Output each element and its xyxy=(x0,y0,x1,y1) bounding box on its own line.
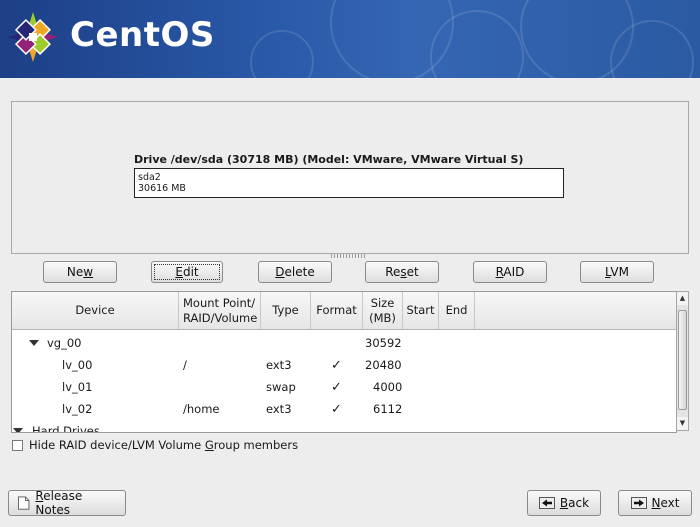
row-device: Hard Drives xyxy=(32,424,100,433)
format-check-icon: ✓ xyxy=(331,402,342,417)
pane-resize-handle[interactable] xyxy=(331,254,367,258)
hide-members-checkbox[interactable] xyxy=(12,440,23,451)
back-button[interactable]: Back xyxy=(527,490,601,516)
row-size: 30592 xyxy=(365,336,402,350)
row-mount: / xyxy=(183,358,187,372)
col-header-mount-line1: Mount Point/ xyxy=(183,295,256,310)
col-header-device-label: Device xyxy=(75,303,115,317)
partition-size: 30616 MB xyxy=(138,183,186,194)
col-header-size-line1: Size xyxy=(370,295,395,310)
back-label-post: ack xyxy=(568,496,590,510)
row-device: lv_00 xyxy=(62,358,93,372)
lvm-label-post: VM xyxy=(610,265,629,279)
row-device: lv_01 xyxy=(62,380,93,394)
lvm-button[interactable]: LVM xyxy=(580,261,654,283)
back-arrow-icon xyxy=(538,497,555,509)
edit-label-mnemonic: E xyxy=(175,265,183,279)
new-label-mnemonic: w xyxy=(83,265,94,279)
next-arrow-icon xyxy=(630,497,647,509)
row-device: lv_02 xyxy=(62,402,93,416)
drive-title: Drive /dev/sda (30718 MB) (Model: VMware… xyxy=(134,153,524,166)
table-row[interactable]: lv_00 / ext3 ✓ 20480 xyxy=(12,354,676,376)
new-label-pre: Ne xyxy=(66,265,84,279)
next-label-post: ext xyxy=(660,496,680,510)
table-row[interactable]: lv_01 swap ✓ 4000 xyxy=(12,376,676,398)
row-size: 6112 xyxy=(373,402,403,416)
next-button[interactable]: Next xyxy=(618,490,692,516)
table-row[interactable]: vg_00 30592 xyxy=(12,332,676,354)
next-label-mnemonic: N xyxy=(651,496,661,510)
hide-members-label-post: roup members xyxy=(213,438,299,452)
format-check-icon: ✓ xyxy=(331,358,342,373)
expander-expanded-icon[interactable] xyxy=(29,340,39,346)
next-label: Next xyxy=(652,496,680,510)
delete-label-mnemonic: D xyxy=(275,265,285,279)
col-header-type-label: Type xyxy=(272,303,299,317)
col-header-device[interactable]: Device xyxy=(12,292,179,329)
delete-button[interactable]: Delete xyxy=(258,261,332,283)
col-header-start-label: Start xyxy=(406,303,435,317)
edit-label-post: dit xyxy=(182,265,199,279)
reset-button[interactable]: Reset xyxy=(365,261,439,283)
col-header-size-label: Size (MB) xyxy=(369,296,396,326)
row-size: 20480 xyxy=(365,358,402,372)
release-notes-button[interactable]: Release Notes xyxy=(8,489,126,517)
format-check-icon: ✓ xyxy=(331,380,342,395)
table-row[interactable]: Hard Drives xyxy=(12,420,676,433)
scroll-up-icon[interactable]: ▲ xyxy=(677,292,688,305)
release-notes-label: Release Notes xyxy=(35,489,117,517)
hide-members-label[interactable]: Hide RAID device/LVM Volume Group member… xyxy=(29,438,298,452)
scrollbar-thumb[interactable] xyxy=(678,310,687,410)
raid-button[interactable]: RAID xyxy=(473,261,547,283)
row-type: ext3 xyxy=(266,358,292,372)
edit-button[interactable]: Edit xyxy=(151,261,223,283)
new-button[interactable]: New xyxy=(43,261,117,283)
header-banner: CentOS xyxy=(0,0,700,78)
expander-expanded-icon[interactable] xyxy=(13,428,23,432)
raid-label-post: AID xyxy=(503,265,525,279)
col-header-mount-label: Mount Point/RAID/Volume xyxy=(183,296,257,326)
row-mount: /home xyxy=(183,402,220,416)
release-notes-label-post: elease Notes xyxy=(35,489,83,517)
col-header-format-label: Format xyxy=(316,303,357,317)
row-type: swap xyxy=(266,380,296,394)
table-row[interactable]: lv_02 /home ext3 ✓ 6112 xyxy=(12,398,676,420)
col-header-format[interactable]: Format xyxy=(311,292,363,329)
col-header-type[interactable]: Type xyxy=(261,292,311,329)
hide-members-label-mnemonic: G xyxy=(204,438,214,452)
col-header-mount[interactable]: Mount Point/RAID/Volume xyxy=(179,292,261,329)
back-label-mnemonic: B xyxy=(559,496,569,510)
partition-name: sda2 xyxy=(138,172,161,183)
col-header-end[interactable]: End xyxy=(439,292,475,329)
partition-table[interactable]: Device Mount Point/RAID/Volume Type Form… xyxy=(11,291,677,433)
reset-label-post: et xyxy=(406,265,419,279)
brand-name: CentOS xyxy=(70,15,215,55)
reset-label-pre: Re xyxy=(385,265,401,279)
table-header: Device Mount Point/RAID/Volume Type Form… xyxy=(12,292,676,330)
row-device: vg_00 xyxy=(47,336,82,350)
delete-label-post: elete xyxy=(284,265,315,279)
row-size: 4000 xyxy=(373,380,403,394)
back-label: Back xyxy=(560,496,589,510)
hide-members-label-pre: Hide RAID device/LVM Volume xyxy=(29,438,205,452)
row-type: ext3 xyxy=(266,402,292,416)
partition-block[interactable]: sda2 30616 MB xyxy=(134,168,564,198)
centos-logo-icon xyxy=(8,12,58,62)
scroll-down-icon[interactable]: ▼ xyxy=(677,417,688,430)
col-header-start[interactable]: Start xyxy=(403,292,439,329)
col-header-size-line2: (MB) xyxy=(369,310,396,325)
col-header-end-label: End xyxy=(445,303,468,317)
col-header-mount-line2: RAID/Volume xyxy=(183,310,258,325)
drive-graph-panel: Drive /dev/sda (30718 MB) (Model: VMware… xyxy=(11,101,689,254)
document-icon xyxy=(18,496,30,510)
col-header-size[interactable]: Size (MB) xyxy=(363,292,403,329)
table-scrollbar[interactable]: ▲ ▼ xyxy=(676,291,689,431)
